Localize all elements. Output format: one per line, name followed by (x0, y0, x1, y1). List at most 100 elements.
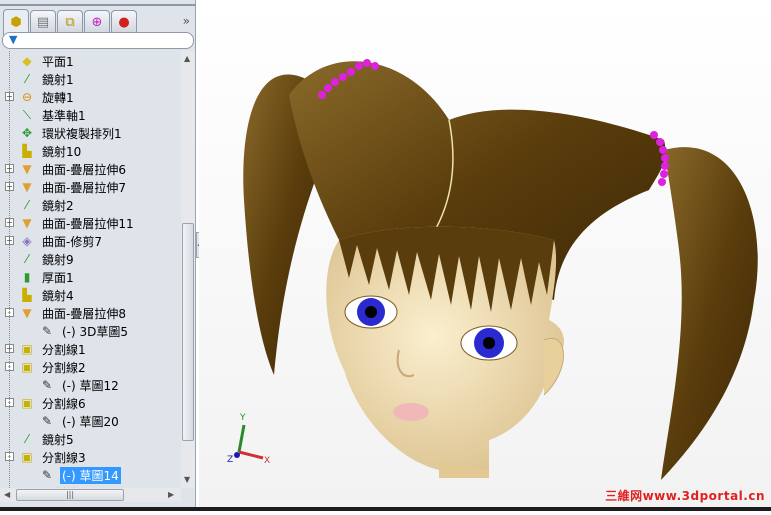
tree-item-label: 曲面-疊層拉伸11 (42, 216, 134, 231)
tree-item-label: 曲面-疊層拉伸6 (42, 162, 126, 177)
horizontal-scrollbar[interactable]: ◀ ||| ▶ (0, 488, 181, 502)
revolve-icon: ⊖ (21, 90, 33, 104)
model-head: Y X Z (227, 59, 758, 480)
tree-item[interactable]: ▙ 鏡射10 (18, 142, 83, 160)
axis-icon: ⟍ (22, 107, 32, 122)
tree-item-label: (-) 草圖14 (60, 466, 121, 484)
tree-item[interactable]: - ▣ 分割線2 (5, 358, 88, 376)
graphics-viewport[interactable]: Y X Z (199, 0, 771, 511)
property-manager-icon: ▤ (36, 15, 50, 30)
tree-item[interactable]: + ▣ 分割線1 (5, 340, 88, 358)
tree-item[interactable]: - ▣ 分割線6 (5, 394, 88, 412)
tree-item-label: 鏡射1 (42, 72, 74, 87)
right-pigtail (661, 147, 758, 480)
tree-item-label: 環狀複製排列1 (42, 126, 122, 141)
tree-item[interactable]: ✎ (-) 草圖20 (38, 412, 121, 430)
tree-item[interactable]: + ▼ 曲面-疊層拉伸7 (5, 178, 128, 196)
tree-item[interactable]: ✎ (-) 3D草圖5 (38, 322, 130, 340)
split-line-icon: ▣ (21, 396, 33, 410)
tree-item[interactable]: + ◈ 曲面-修剪7 (5, 232, 104, 250)
tree-item-label: 基準軸1 (42, 108, 86, 123)
more-tabs-button[interactable]: » (183, 14, 190, 28)
configuration-manager-icon: ⧉ (65, 15, 75, 30)
tab-dimxpert-manager[interactable]: ⊕ (84, 10, 110, 34)
tree-item-label: 鏡射2 (42, 198, 74, 213)
filter-icon: ▼ (9, 33, 18, 46)
tab-display-manager[interactable]: ● (111, 10, 137, 34)
triad-z-label: Z (227, 455, 233, 465)
thicken-icon: ▮ (23, 270, 31, 284)
surface-loft-icon: ▼ (22, 180, 32, 194)
sketch-icon: ✎ (41, 414, 53, 428)
tree-item[interactable]: + ▼ 曲面-疊層拉伸11 (5, 214, 136, 232)
surface-loft-icon: ▼ (22, 162, 32, 176)
tree-item[interactable]: + ▼ 曲面-疊層拉伸6 (5, 160, 128, 178)
tree-item-label: 鏡射5 (42, 432, 74, 447)
vertical-scroll-thumb[interactable] (182, 223, 194, 441)
tree-item[interactable]: ⁄ 鏡射1 (18, 70, 76, 88)
feature-manager-icon: ⬢ (10, 15, 22, 30)
tree-item[interactable]: - ▣ 分割線3 (5, 448, 88, 466)
tree-item[interactable]: ⟍ 基準軸1 (18, 106, 88, 124)
tree-item-label: 平面1 (42, 54, 74, 69)
tree-item-label: 分割線2 (42, 360, 86, 375)
tree-item-label: 分割線3 (42, 450, 86, 465)
plane-icon: ◆ (22, 54, 32, 68)
mirror-icon: ⁄ (25, 432, 28, 446)
tree-item-label: (-) 草圖20 (62, 414, 119, 429)
tree-item-label: 曲面-疊層拉伸8 (42, 306, 126, 321)
tree-item-label: (-) 3D草圖5 (62, 324, 129, 339)
lips (393, 403, 429, 421)
tree-item[interactable]: ✎ (-) 草圖12 (38, 376, 121, 394)
tree-item[interactable]: ⁄ 鏡射2 (18, 196, 76, 214)
tab-property-manager[interactable]: ▤ (30, 10, 56, 34)
tree-item[interactable]: ⁄ 鏡射9 (18, 250, 76, 268)
tree-item[interactable]: + ⊖ 旋轉1 (5, 88, 76, 106)
feature-manager-panel: ⬢ ▤ ⧉ ⊕ ● » ▼ ◆ 平面1 ⁄ 鏡射1 + ⊖ 旋轉1 ⟍ 基準軸1 ✥ 環狀複製排列1… (0, 0, 196, 511)
crosshair-icon: ⊕ (91, 15, 103, 30)
tree-item-label: 曲面-疊層拉伸7 (42, 180, 126, 195)
tree-item-label: 鏡射4 (42, 288, 74, 303)
feature-tree: ◆ 平面1 ⁄ 鏡射1 + ⊖ 旋轉1 ⟍ 基準軸1 ✥ 環狀複製排列1 ▙ 鏡射10 + ▼ 曲面-疊層拉伸… (0, 51, 181, 488)
tree-item-label: 厚面1 (42, 270, 74, 285)
triad-x-label: X (264, 456, 270, 466)
tree-item-label: (-) 草圖12 (62, 378, 119, 393)
bottom-border (0, 507, 771, 511)
tree-item[interactable]: ✥ 環狀複製排列1 (18, 124, 124, 142)
surface-loft-icon: ▼ (22, 216, 32, 230)
tab-configuration-manager[interactable]: ⧉ (57, 10, 83, 34)
mirror-icon: ⁄ (25, 72, 28, 86)
vertical-scrollbar[interactable]: ▲ ▼ (181, 51, 195, 488)
watermark: 三維网www.3dportal.cn (605, 489, 765, 503)
sketch-icon: ✎ (41, 378, 53, 392)
horizontal-scroll-thumb[interactable]: ||| (16, 489, 124, 501)
axis-triad: Y X Z (227, 413, 270, 466)
sketch-icon: ✎ (41, 468, 53, 482)
manager-tabs: ⬢ ▤ ⧉ ⊕ ● » (0, 4, 196, 35)
tree-item-label: 鏡射9 (42, 252, 74, 267)
circular-pattern-icon: ✥ (21, 126, 33, 140)
tree-item[interactable]: ▙ 鏡射4 (18, 286, 76, 304)
surface-loft-icon: ▼ (22, 306, 32, 320)
mirror-icon: ⁄ (25, 252, 28, 266)
tree-item-label: 分割線1 (42, 342, 86, 357)
tree-filter-input[interactable]: ▼ (2, 32, 194, 49)
tree-item-label: 分割線6 (42, 396, 86, 411)
appearance-icon: ● (118, 15, 130, 30)
tree-item[interactable]: ✎ (-) 草圖14 (38, 466, 121, 484)
tree-item[interactable]: - ▼ 曲面-疊層拉伸8 (5, 304, 128, 322)
mirror-body-icon: ▙ (22, 144, 32, 158)
surface-trim-icon: ◈ (22, 234, 32, 248)
mirror-icon: ⁄ (25, 198, 28, 212)
tree-item[interactable]: ◆ 平面1 (18, 52, 76, 70)
mirror-body-icon: ▙ (22, 288, 32, 302)
tree-item[interactable]: ⁄ 鏡射5 (18, 430, 76, 448)
split-line-icon: ▣ (21, 360, 33, 374)
tree-item-label: 旋轉1 (42, 90, 74, 105)
tree-item[interactable]: ▮ 厚面1 (18, 268, 76, 286)
split-line-icon: ▣ (21, 450, 33, 464)
split-line-icon: ▣ (21, 342, 33, 356)
tree-item-label: 曲面-修剪7 (42, 234, 102, 249)
tree-item-label: 鏡射10 (42, 144, 82, 159)
3d-sketch-icon: ✎ (41, 324, 53, 338)
